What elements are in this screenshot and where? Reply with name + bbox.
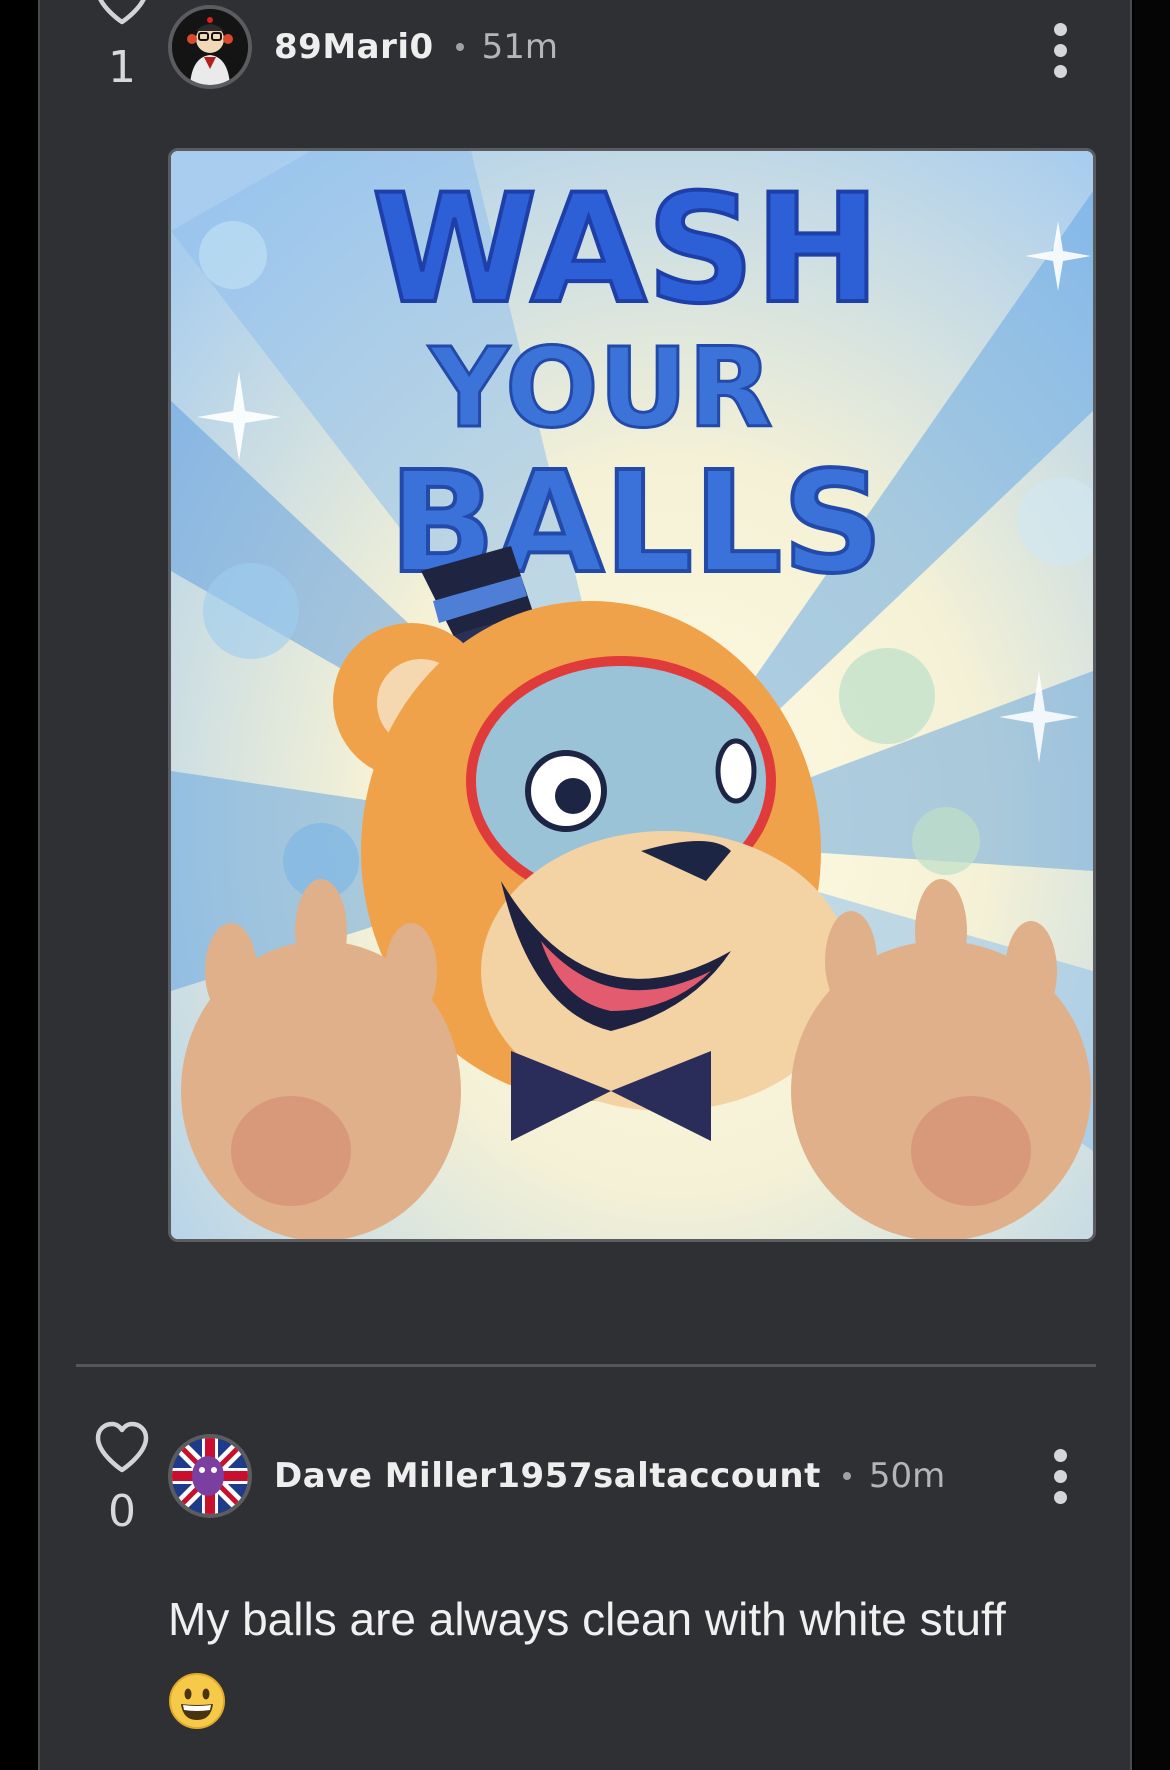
menu-dot xyxy=(1053,43,1067,57)
comment-text: My balls are always clean with white stu… xyxy=(168,1593,1006,1645)
avatar-image xyxy=(172,9,248,85)
meme-illustration: WASH YOUR BALLS xyxy=(171,151,1093,1239)
comment-divider xyxy=(76,1364,1096,1367)
vote-control: 1 xyxy=(74,0,170,92)
comments-panel: 1 89Mari0 51m WASH YOUR BALLS 0 Dave Mil… xyxy=(38,0,1132,1770)
attached-image[interactable]: WASH YOUR BALLS xyxy=(168,148,1096,1242)
screen-edge xyxy=(1134,0,1170,1770)
timestamp: 50m xyxy=(868,1456,946,1496)
username[interactable]: 89Mari0 xyxy=(274,27,434,67)
menu-dot xyxy=(1053,1448,1067,1462)
meme-title-line2: YOUR xyxy=(427,324,772,452)
comment-meta: 89Mari0 51m xyxy=(274,5,558,89)
grinning-face-emoji-icon xyxy=(169,1672,225,1729)
menu-dot xyxy=(1053,64,1067,78)
avatar-image xyxy=(172,1438,248,1514)
vote-count: 0 xyxy=(108,1486,136,1537)
menu-dot xyxy=(1053,22,1067,36)
username[interactable]: Dave Miller1957saltaccount xyxy=(274,1456,821,1496)
menu-dot xyxy=(1053,1490,1067,1504)
timestamp: 51m xyxy=(481,27,559,67)
avatar[interactable] xyxy=(168,5,252,89)
comment-meta: Dave Miller1957saltaccount 50m xyxy=(274,1434,945,1518)
more-options-icon[interactable] xyxy=(1040,8,1080,92)
vote-count: 1 xyxy=(108,42,136,93)
avatar[interactable] xyxy=(168,1434,252,1518)
more-options-icon[interactable] xyxy=(1040,1434,1080,1518)
comment-body: My balls are always clean with white stu… xyxy=(168,1580,1088,1736)
menu-dot xyxy=(1053,1469,1067,1483)
heart-icon[interactable] xyxy=(93,0,151,28)
meme-title-line1: WASH xyxy=(372,163,880,337)
separator-dot xyxy=(455,43,464,51)
vote-control: 0 xyxy=(74,1420,170,1536)
separator-dot xyxy=(842,1472,851,1480)
heart-icon[interactable] xyxy=(93,1420,151,1476)
